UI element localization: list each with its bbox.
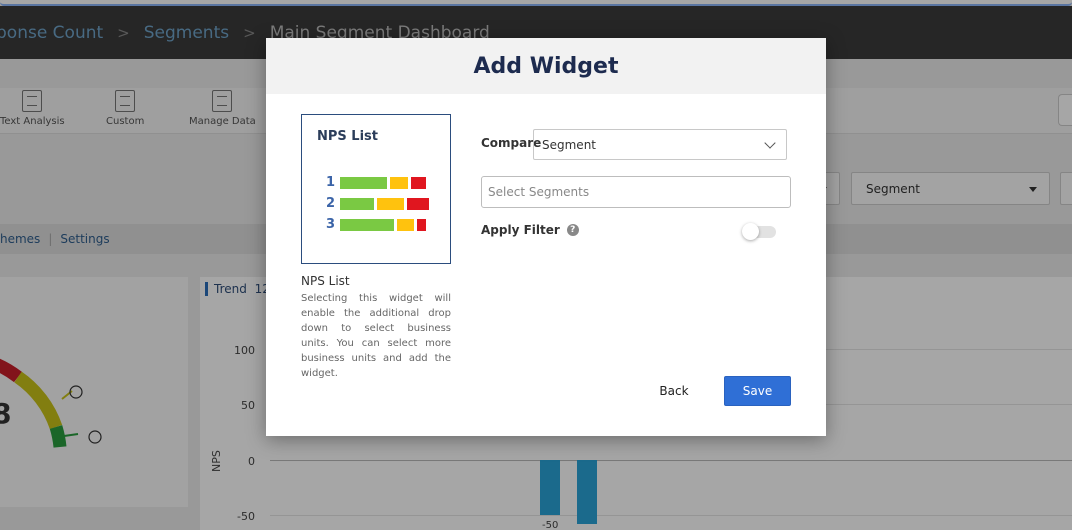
modal-title: Add Widget [266,38,826,94]
nps-segment-bar [417,218,426,231]
nps-row-rank: 3 [326,217,336,232]
nps-row-bars [340,218,429,231]
apply-filter-label: Apply Filter ? [481,223,579,237]
nps-segment-bar [411,176,426,189]
nps-row: 3 [326,217,429,232]
compare-select-value: Segment [542,137,596,152]
add-widget-modal: Add Widget NPS List 1 2 3 NPS List Selec… [266,38,826,436]
nps-segment-bar [340,197,374,210]
help-icon[interactable]: ? [566,224,579,236]
toggle-knob [742,223,759,240]
chevron-down-icon [764,137,776,149]
nps-row: 2 [326,196,432,211]
nps-row-rank: 1 [326,175,336,190]
nps-row-bars [340,176,429,189]
widget-name: NPS List [301,274,350,288]
widget-description: Selecting this widget will enable the ad… [301,293,451,379]
save-button[interactable]: Save [724,376,791,406]
back-button[interactable]: Back [648,376,700,406]
nps-segment-bar [390,176,408,189]
nps-row-rank: 2 [326,196,336,211]
nps-segment-bar [397,218,414,231]
apply-filter-text: Apply Filter [481,223,560,237]
nps-segment-bar [340,218,394,231]
nps-list-widget-card[interactable]: NPS List 1 2 3 [301,114,451,264]
nps-segment-bar [407,197,429,210]
apply-filter-toggle[interactable] [742,223,776,240]
nps-row: 1 [326,175,429,190]
select-segments-input[interactable] [481,176,791,208]
compare-select[interactable]: Segment [533,129,787,160]
nps-segment-bar [377,197,404,210]
nps-segment-bar [340,176,387,189]
widget-card-title: NPS List [317,129,378,144]
nps-row-bars [340,197,432,210]
